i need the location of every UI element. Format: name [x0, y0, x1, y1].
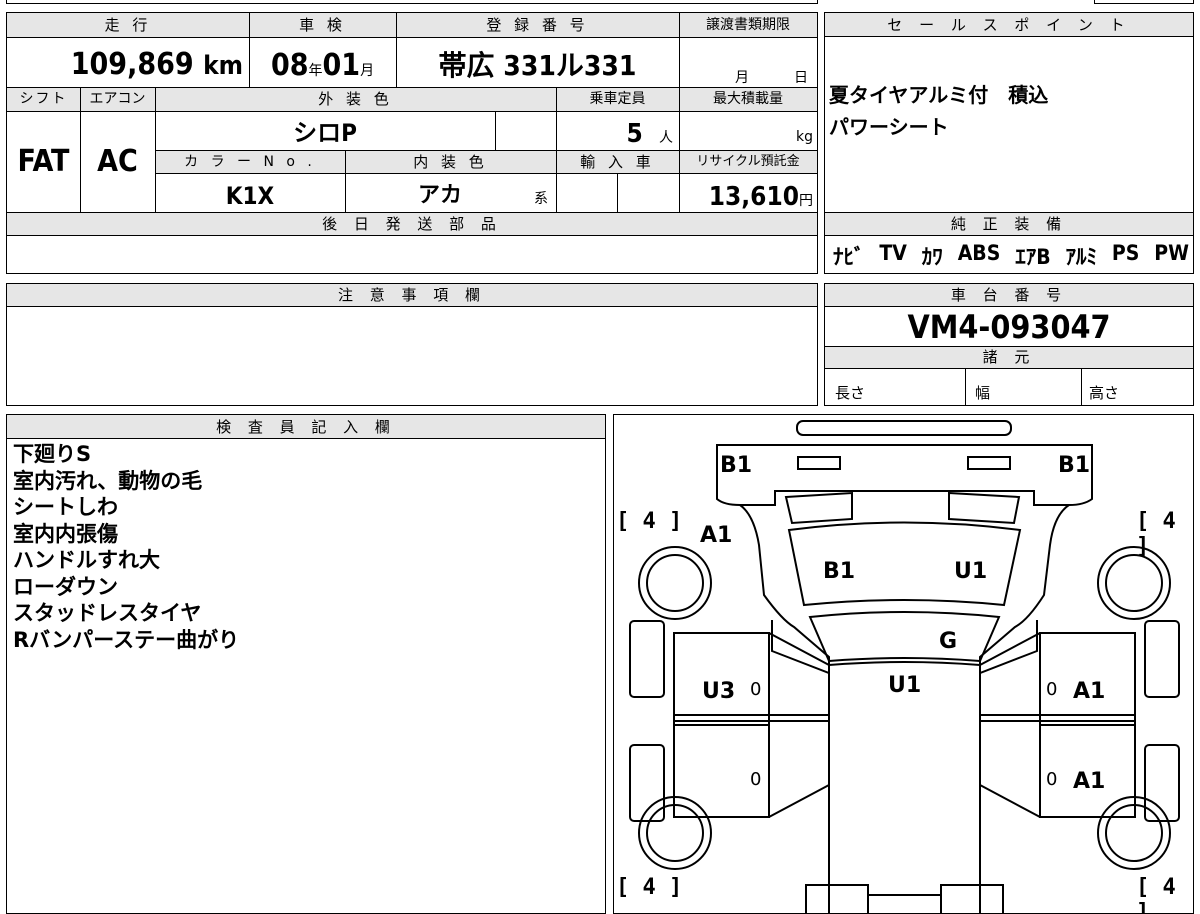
mark-zero: 0 [750, 679, 762, 700]
equipment-item: ABS [957, 241, 1001, 265]
chassis-number: VM4-093047 [907, 308, 1111, 346]
equipment-item: ｶﾜ [921, 245, 943, 269]
registration-number: 帯広 331ル331 [438, 49, 637, 82]
capacity-header: 乗車定員 [556, 88, 679, 111]
spec-height: 高さ [1089, 384, 1120, 402]
mileage-value: 109,869 km [70, 47, 243, 82]
transfer-deadline-value: 月 日 [735, 70, 808, 86]
spec-width: 幅 [975, 384, 991, 402]
interior-color-value: アカ [417, 183, 462, 208]
inspector-line: ハンドルすれ大 [13, 548, 160, 572]
sales-point-line-2: パワーシート [829, 115, 949, 139]
equipment-item: ｴｱB [1015, 245, 1051, 269]
chassis-header: 車 台 番 号 [825, 284, 1193, 307]
equipment-item: PW [1154, 241, 1189, 265]
tire-front-left: [ 4 ] [616, 875, 683, 900]
inspection-value: 08年01月 [270, 48, 375, 83]
cropped-top-row-right [1094, 0, 1194, 4]
registration-header: 登 録 番 号 [396, 13, 679, 37]
mark-zero: 0 [750, 769, 762, 790]
aircon-value: AC [97, 144, 138, 179]
tire-rear-left: [ 4 ] [616, 509, 683, 534]
inspector-line: シートしわ [13, 495, 118, 519]
sales-point-line-1: 夏タイヤアルミ付 積込 [829, 83, 1049, 107]
equipment-section: 純 正 装 備 ﾅﾋﾞ TV ｶﾜ ABS ｴｱB ｱﾙﾐ PS PW [824, 212, 1194, 274]
specs-header: 諸 元 [825, 347, 1193, 368]
aircon-header: エアコン [80, 88, 155, 111]
equipment-item: ｱﾙﾐ [1065, 245, 1098, 269]
inspector-section: 検 査 員 記 入 欄 下廻りS 室内汚れ、動物の毛 シートしわ 室内内張傷 ハ… [6, 414, 606, 914]
equipment-item: PS [1111, 241, 1140, 265]
max-load-value: kg [796, 129, 813, 145]
inspector-line: スタッドレスタイヤ [13, 601, 202, 625]
mark-rear-left: B1 [720, 453, 753, 478]
vehicle-info-table: 走 行 車 検 登 録 番 号 譲渡書類期限 109,869 km 08年01月… [6, 12, 818, 213]
inspector-line: Rバンパーステー曲がり [13, 627, 240, 652]
mark-rear-right: B1 [1058, 453, 1091, 478]
exterior-color-value: シロP [293, 119, 357, 147]
mark-glass: G [939, 629, 958, 654]
tire-front-right: [ 4 ] [1136, 875, 1176, 914]
inspector-lines: 下廻りS 室内汚れ、動物の毛 シートしわ 室内内張傷 ハンドルすれ大 ローダウン… [13, 441, 239, 653]
mark-door-right-rear: A1 [1073, 769, 1106, 794]
mileage-header: 走 行 [7, 13, 249, 37]
mark-rear-quarter-left: A1 [700, 523, 733, 548]
equipment-list: ﾅﾋﾞ TV ｶﾜ ABS ｴｱB ｱﾙﾐ PS PW [833, 241, 1189, 271]
equipment-header: 純 正 装 備 [825, 213, 1193, 236]
inspector-header: 検 査 員 記 入 欄 [7, 415, 605, 439]
import-header: 輸 入 車 [556, 151, 679, 173]
interior-color-header: 内 装 色 [345, 151, 556, 173]
sales-point-header: セ ー ル ス ポ イ ン ト [825, 13, 1193, 37]
mark-zero: 0 [1046, 769, 1058, 790]
recycle-fee-value: 13,610円 [708, 182, 813, 212]
color-no-value: K1X [225, 182, 275, 210]
spec-length: 長さ [835, 384, 866, 402]
later-parts-section: 後 日 発 送 部 品 [6, 212, 818, 274]
inspection-header: 車 検 [249, 13, 396, 37]
shift-header: シフト [7, 88, 80, 111]
chassis-section: 車 台 番 号 VM4-093047 諸 元 長さ 幅 高さ [824, 283, 1194, 406]
exterior-color-header: 外 装 色 [155, 88, 556, 111]
mark-door-right-front: A1 [1073, 679, 1106, 704]
capacity-value: 5 人 [626, 119, 673, 149]
notes-header: 注 意 事 項 欄 [7, 284, 817, 307]
mark-hood: U1 [888, 673, 922, 698]
car-outline-diagram [629, 420, 1180, 913]
notes-section: 注 意 事 項 欄 [6, 283, 818, 406]
cropped-top-row [6, 0, 818, 4]
mark-door-left: U3 [702, 679, 736, 704]
mark-zero: 0 [1046, 679, 1058, 700]
later-parts-header: 後 日 発 送 部 品 [7, 213, 817, 236]
equipment-item: TV [879, 241, 907, 265]
mark-roof-right: U1 [954, 559, 988, 584]
max-load-header: 最大積載量 [679, 88, 817, 111]
transfer-deadline-header: 譲渡書類期限 [679, 13, 817, 37]
inspector-line: 室内汚れ、動物の毛 [13, 468, 203, 493]
mark-roof-left: B1 [823, 559, 856, 584]
shift-value: FAT [17, 144, 70, 179]
color-no-header: カ ラ ー N o . [155, 151, 345, 173]
equipment-item: ﾅﾋﾞ [833, 245, 865, 269]
inspector-line: 下廻りS [13, 442, 92, 466]
recycle-header: リサイクル預託金 [679, 151, 817, 173]
inspector-line: ローダウン [13, 574, 118, 599]
car-diagram-section: B1 B1 A1 B1 U1 G U1 U3 A1 A1 0 0 0 0 [ 4… [613, 414, 1194, 914]
sales-point-section: セ ー ル ス ポ イ ン ト 夏タイヤアルミ付 積込 パワーシート [824, 12, 1194, 213]
tire-rear-right: [ 4 ] [1136, 509, 1176, 559]
inspector-line: 室内内張傷 [13, 521, 118, 546]
interior-color-suffix: 系 [534, 191, 548, 207]
